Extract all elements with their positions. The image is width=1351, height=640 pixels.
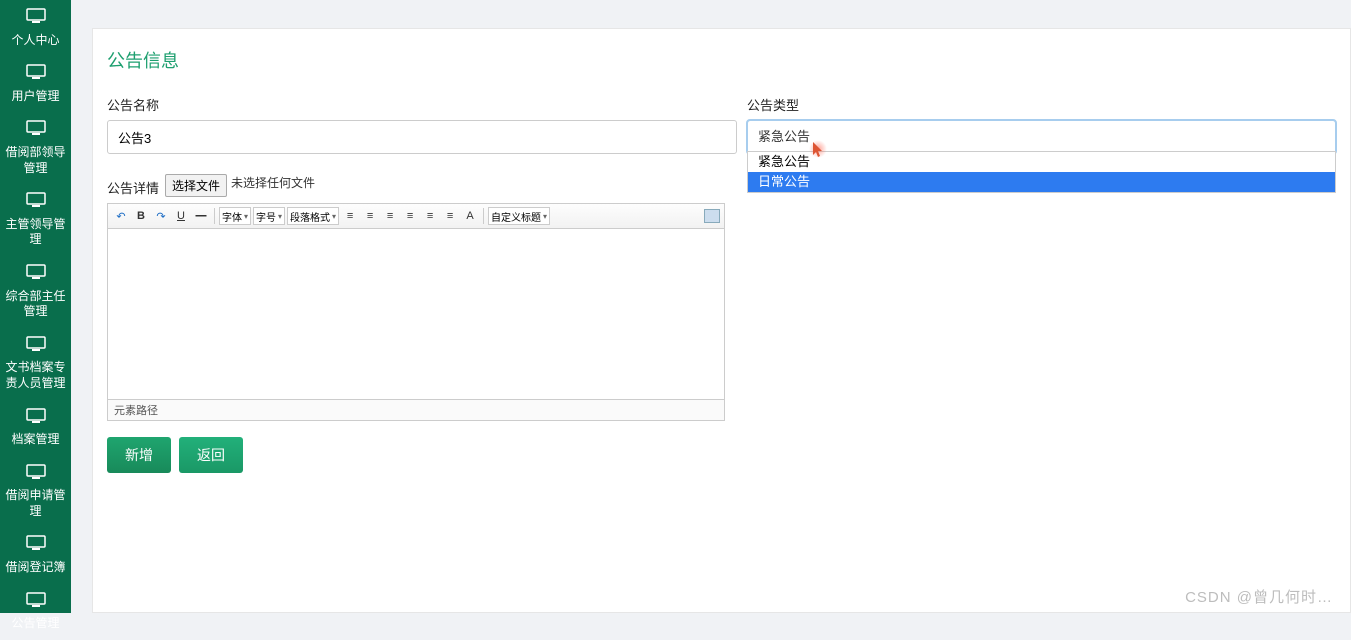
- align-justify-icon[interactable]: ≡: [401, 207, 419, 225]
- size-select[interactable]: 字号▾: [253, 207, 285, 225]
- font-select[interactable]: 字体▾: [219, 207, 251, 225]
- align-left-icon[interactable]: ≡: [341, 207, 359, 225]
- sidebar: 个人中心 用户管理 借阅部领导管理 主管领导管理 综合部主任管理 文书档案专责人…: [0, 0, 71, 613]
- type-select-value: 紧急公告: [758, 129, 810, 144]
- sidebar-item-label: 文书档案专责人员管理: [2, 360, 69, 391]
- type-select[interactable]: 紧急公告: [747, 120, 1336, 154]
- monitor-icon: [26, 592, 46, 613]
- toolbar-separator: [483, 208, 484, 224]
- sidebar-item-director[interactable]: 综合部主任管理: [0, 256, 71, 328]
- sidebar-item-archive[interactable]: 档案管理: [0, 400, 71, 456]
- back-button[interactable]: 返回: [179, 437, 243, 473]
- rich-editor: ↶ B ↷ U — 字体▾ 字号▾ 段落格式▾ ≡ ≡ ≡ ≡ ≡ ≡ A 自定…: [107, 203, 725, 421]
- align-center-icon[interactable]: ≡: [361, 207, 379, 225]
- choose-file-button[interactable]: 选择文件: [165, 174, 227, 197]
- sidebar-item-borrow-register[interactable]: 借阅登记簿: [0, 527, 71, 583]
- align-right-icon[interactable]: ≡: [381, 207, 399, 225]
- sidebar-item-label: 个人中心: [11, 33, 59, 49]
- add-button[interactable]: 新增: [107, 437, 171, 473]
- monitor-icon: [26, 408, 46, 429]
- toolbar-separator: [214, 208, 215, 224]
- indent-icon[interactable]: ≡: [421, 207, 439, 225]
- watermark: CSDN @曾几何时…: [1185, 586, 1333, 607]
- sidebar-item-archive-staff[interactable]: 文书档案专责人员管理: [0, 328, 71, 400]
- sidebar-item-label: 借阅登记簿: [5, 560, 65, 576]
- monitor-icon: [26, 264, 46, 285]
- type-option-daily[interactable]: 日常公告: [748, 172, 1335, 192]
- sidebar-item-borrow-leader[interactable]: 借阅部领导管理: [0, 112, 71, 184]
- page-title: 公告信息: [107, 47, 1350, 73]
- monitor-icon: [26, 64, 46, 85]
- type-dropdown: 紧急公告 日常公告: [747, 151, 1336, 193]
- undo-icon[interactable]: ↶: [112, 207, 130, 225]
- sidebar-item-label: 档案管理: [11, 432, 59, 448]
- bold-button[interactable]: B: [132, 207, 150, 225]
- sidebar-item-borrow-apply[interactable]: 借阅申请管理: [0, 456, 71, 528]
- sidebar-item-label: 综合部主任管理: [2, 289, 69, 320]
- monitor-icon: [26, 464, 46, 485]
- sidebar-item-supervisor[interactable]: 主管领导管理: [0, 184, 71, 256]
- name-input[interactable]: [107, 120, 737, 154]
- monitor-icon: [26, 120, 46, 141]
- monitor-icon: [26, 336, 46, 357]
- editor-footer: 元素路径: [107, 400, 725, 421]
- sidebar-item-notice[interactable]: 公告管理: [0, 584, 71, 640]
- sidebar-item-label: 借阅部领导管理: [2, 145, 69, 176]
- name-label: 公告名称: [107, 95, 737, 114]
- monitor-icon: [26, 535, 46, 556]
- sidebar-item-label: 公告管理: [11, 616, 59, 632]
- type-label: 公告类型: [747, 95, 1336, 114]
- redo-icon[interactable]: ↷: [152, 207, 170, 225]
- type-option-urgent[interactable]: 紧急公告: [748, 152, 1335, 172]
- sidebar-item-personal[interactable]: 个人中心: [0, 0, 71, 56]
- strike-button[interactable]: —: [192, 207, 210, 225]
- sidebar-item-label: 主管领导管理: [2, 217, 69, 248]
- fullscreen-icon[interactable]: [704, 209, 720, 223]
- sidebar-item-users[interactable]: 用户管理: [0, 56, 71, 112]
- monitor-icon: [26, 8, 46, 29]
- monitor-icon: [26, 192, 46, 213]
- sidebar-item-label: 用户管理: [11, 89, 59, 105]
- file-status: 未选择任何文件: [231, 174, 315, 191]
- editor-body[interactable]: [107, 228, 725, 400]
- sidebar-item-label: 借阅申请管理: [2, 488, 69, 519]
- custom-title-select[interactable]: 自定义标题▾: [488, 207, 550, 225]
- detail-label: 公告详情: [107, 174, 159, 197]
- outdent-icon[interactable]: ≡: [441, 207, 459, 225]
- para-select[interactable]: 段落格式▾: [287, 207, 339, 225]
- editor-toolbar: ↶ B ↷ U — 字体▾ 字号▾ 段落格式▾ ≡ ≡ ≡ ≡ ≡ ≡ A 自定…: [107, 203, 725, 228]
- main-panel: 公告信息 公告名称 公告类型 紧急公告 紧急公告 日常公告 公告详情 选择文件 …: [92, 28, 1351, 613]
- font-color-button[interactable]: A: [461, 207, 479, 225]
- underline-button[interactable]: U: [172, 207, 190, 225]
